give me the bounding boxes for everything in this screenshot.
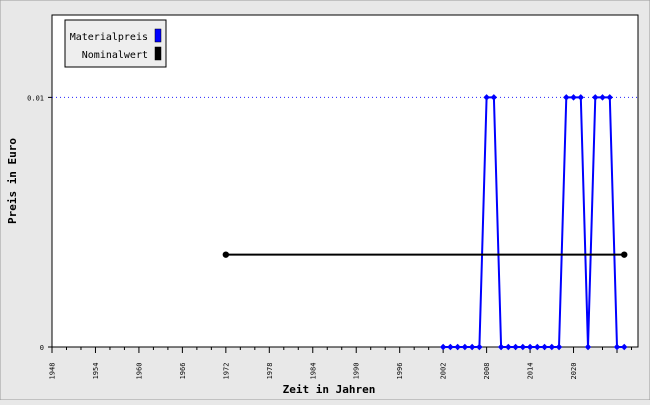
x-tick-label: 1990 (353, 363, 361, 380)
x-tick-label: 2020 (570, 363, 578, 380)
x-tick-label: 2014 (527, 363, 535, 380)
chart-container: 0 0.01 1948 1954 1960 1966 1972 1978 1984 1990 19… (0, 0, 650, 401)
x-tick-label: 1996 (396, 363, 404, 380)
x-tick-label: 2002 (440, 363, 448, 380)
y-axis-label: Preis in Euro (6, 138, 19, 224)
x-tick-label: 1966 (179, 363, 187, 380)
x-tick-label: 1984 (309, 363, 317, 380)
legend-label-nominalwert: Nominalwert (82, 50, 148, 61)
legend: Materialpreis Nominalwert (64, 19, 167, 68)
legend-label-materialpreis: Materialpreis (70, 32, 148, 43)
x-tick-label: 1978 (266, 363, 274, 380)
legend-swatch-nominalwert (154, 46, 162, 61)
x-tick-label: 1954 (92, 363, 100, 380)
x-tick-label: 2008 (483, 363, 491, 380)
y-tick-label: 0.01 (27, 94, 44, 102)
data-point-nominalwert (222, 251, 230, 258)
legend-swatch-materialpreis (154, 28, 162, 43)
x-axis-label: Zeit in Jahren (283, 383, 376, 396)
x-tick-label: 1972 (222, 363, 230, 380)
price-chart: 0 0.01 1948 1954 1960 1966 1972 1978 1984 1990 19… (0, 0, 650, 401)
x-tick-label: 1960 (135, 363, 143, 380)
data-point-nominalwert (621, 251, 628, 258)
x-tick-label: 1948 (49, 363, 57, 380)
y-tick-label: 0 (40, 344, 44, 352)
